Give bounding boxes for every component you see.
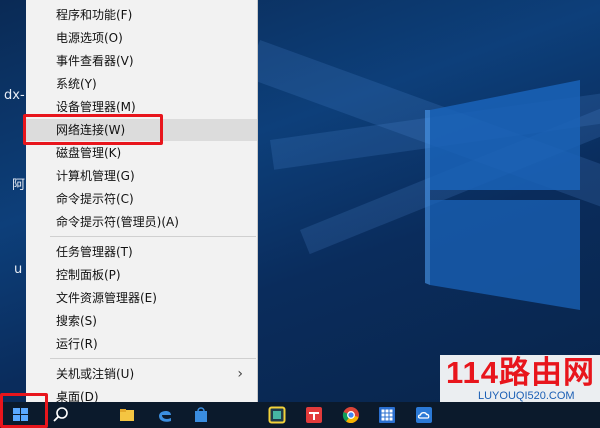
chrome-icon[interactable] bbox=[342, 406, 360, 424]
menu-item-system[interactable]: 系统(Y) bbox=[26, 73, 257, 95]
menu-separator bbox=[50, 236, 256, 237]
menu-item-command-prompt[interactable]: 命令提示符(C) bbox=[26, 188, 257, 210]
menu-item-search[interactable]: 搜索(S) bbox=[26, 310, 257, 332]
chevron-right-icon: › bbox=[237, 366, 243, 382]
desktop-icon-label[interactable]: u bbox=[14, 262, 22, 277]
highlight-box-start-button bbox=[0, 393, 48, 428]
search-icon[interactable] bbox=[52, 406, 70, 424]
watermark: 114路由网 LUYOUQI520.COM bbox=[440, 355, 600, 405]
edge-icon[interactable] bbox=[156, 406, 174, 424]
taskbar bbox=[0, 402, 600, 428]
app-red-icon[interactable] bbox=[305, 406, 323, 424]
menu-item-control-panel[interactable]: 控制面板(P) bbox=[26, 264, 257, 286]
menu-separator bbox=[50, 358, 256, 359]
highlight-box-network-connections bbox=[23, 114, 163, 145]
desktop-icon-label[interactable]: 阿 bbox=[12, 174, 25, 193]
menu-item-programs-features[interactable]: 程序和功能(F) bbox=[26, 4, 257, 26]
watermark-url: LUYOUQI520.COM bbox=[478, 390, 575, 402]
menu-item-command-prompt-admin[interactable]: 命令提示符(管理员)(A) bbox=[26, 211, 257, 233]
menu-item-disk-management[interactable]: 磁盘管理(K) bbox=[26, 142, 257, 164]
watermark-title: 114路由网 bbox=[446, 355, 596, 390]
menu-item-event-viewer[interactable]: 事件查看器(V) bbox=[26, 50, 257, 72]
menu-item-computer-management[interactable]: 计算机管理(G) bbox=[26, 165, 257, 187]
menu-item-shutdown-signout[interactable]: 关机或注销(U) › bbox=[26, 363, 257, 385]
file-explorer-icon[interactable] bbox=[118, 406, 136, 424]
menu-item-file-explorer[interactable]: 文件资源管理器(E) bbox=[26, 287, 257, 309]
app-yellow-icon[interactable] bbox=[268, 406, 286, 424]
winx-context-menu: 程序和功能(F) 电源选项(O) 事件查看器(V) 系统(Y) 设备管理器(M)… bbox=[26, 0, 258, 412]
menu-item-label: 关机或注销(U) bbox=[56, 367, 135, 381]
menu-item-power-options[interactable]: 电源选项(O) bbox=[26, 27, 257, 49]
grid-app-icon[interactable] bbox=[378, 406, 396, 424]
menu-item-task-manager[interactable]: 任务管理器(T) bbox=[26, 241, 257, 263]
menu-item-run[interactable]: 运行(R) bbox=[26, 333, 257, 355]
desktop-icon-label[interactable]: dx- bbox=[4, 88, 25, 103]
windows-wallpaper-logo bbox=[425, 80, 580, 310]
store-icon[interactable] bbox=[192, 406, 210, 424]
cloud-app-icon[interactable] bbox=[415, 406, 433, 424]
